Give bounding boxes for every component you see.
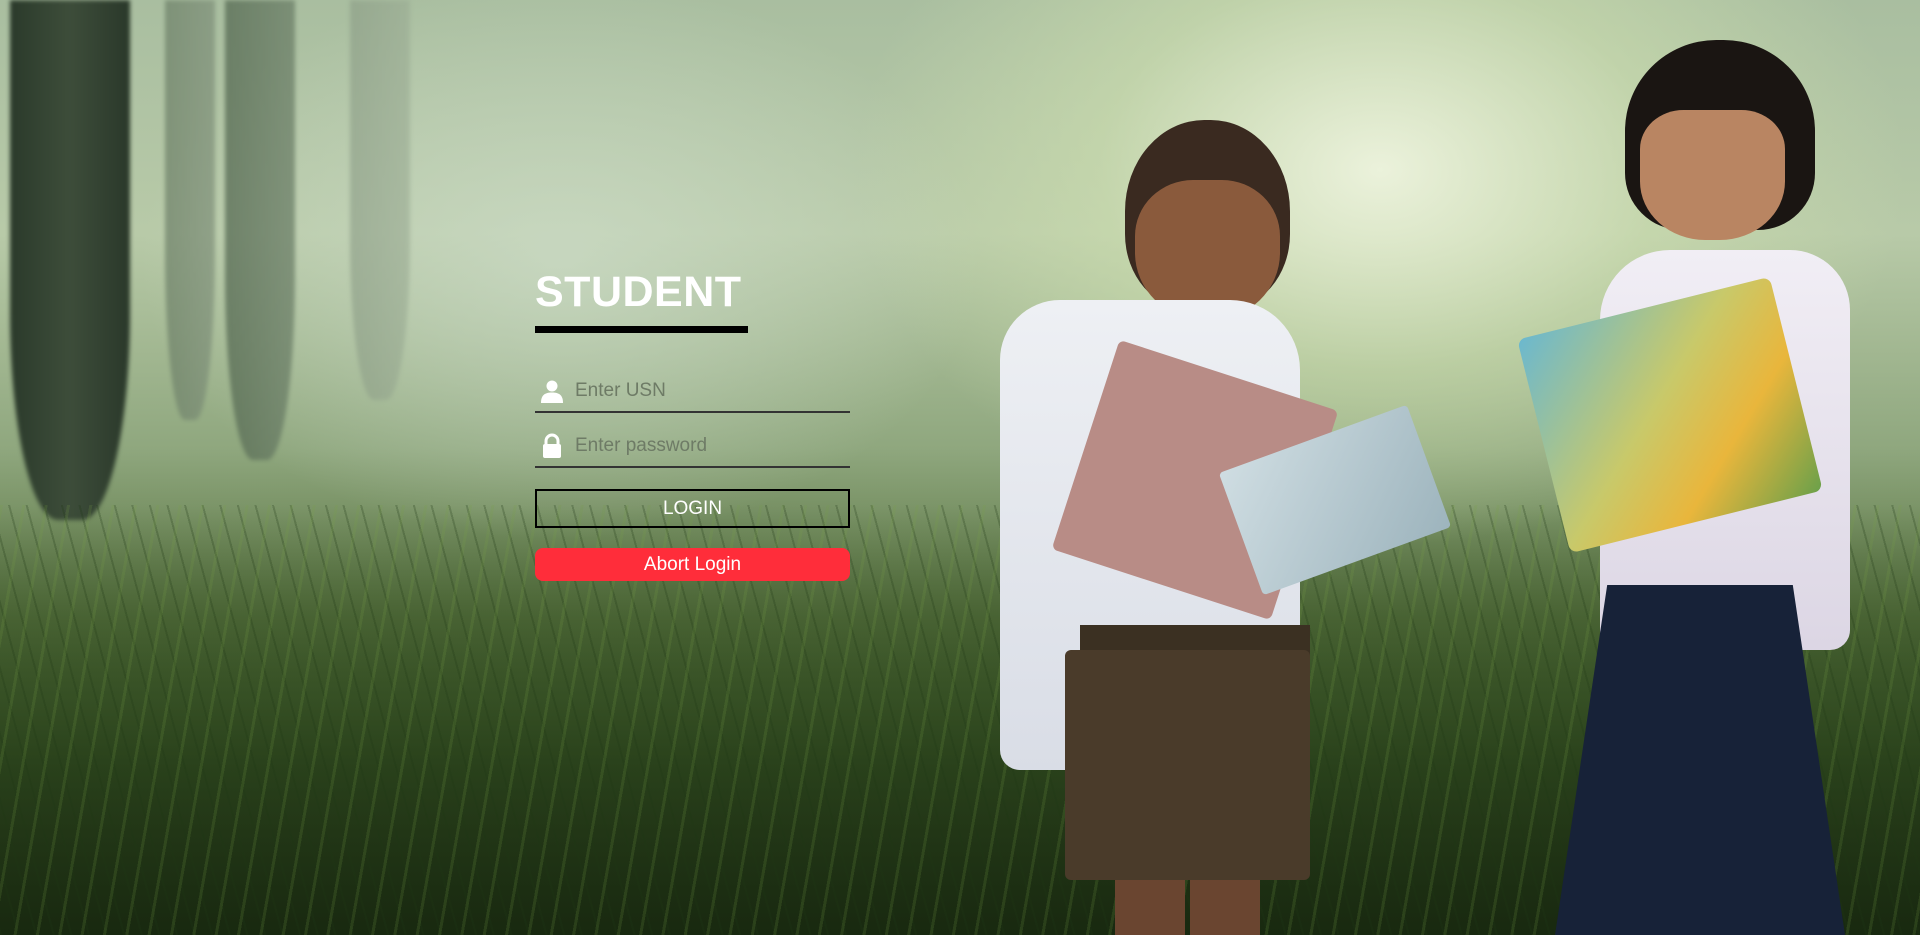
password-field	[535, 426, 850, 468]
boy-figure	[1000, 120, 1452, 935]
tree-trunk	[225, 0, 295, 460]
title-underline	[535, 326, 748, 333]
page-title: STUDENT	[535, 268, 742, 316]
usn-input[interactable]	[575, 373, 850, 409]
user-icon	[541, 380, 563, 403]
background-photo	[0, 0, 1920, 935]
girl-figure	[1450, 40, 1870, 935]
login-button[interactable]: LOGIN	[535, 489, 850, 528]
password-input[interactable]	[575, 428, 850, 464]
tree-trunk	[165, 0, 215, 420]
tree-trunk	[350, 0, 410, 400]
lock-icon	[543, 433, 561, 458]
tree-trunk	[10, 0, 130, 520]
usn-field	[535, 371, 850, 413]
student-login-form: STUDENT LOGIN Abort Login	[535, 262, 850, 581]
abort-login-button[interactable]: Abort Login	[535, 548, 850, 581]
